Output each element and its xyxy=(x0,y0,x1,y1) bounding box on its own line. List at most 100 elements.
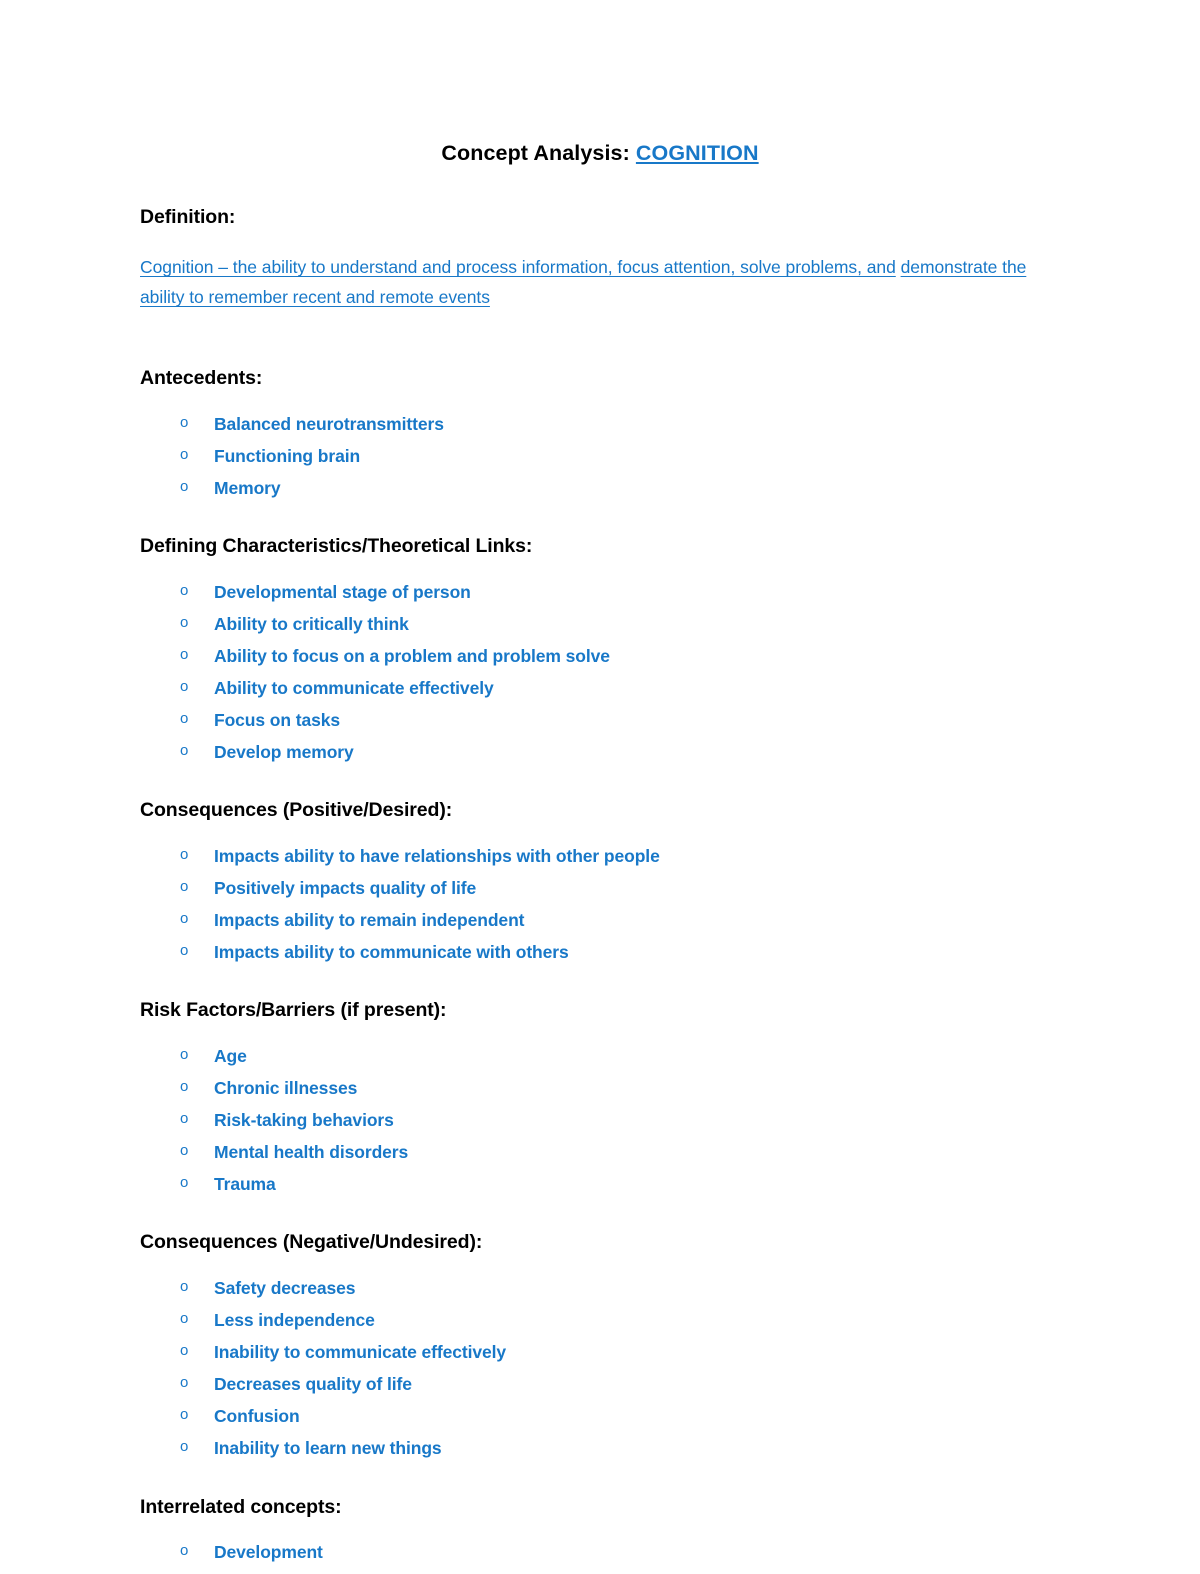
list-item-label: Functioning brain xyxy=(214,445,361,466)
document-content: Concept Analysis: COGNITION Definition: … xyxy=(0,0,1200,1574)
list-item-label: Ability to critically think xyxy=(214,613,409,634)
list-item: o Impacts ability to communicate with oth… xyxy=(140,942,1060,974)
bullet-marker-icon: o xyxy=(180,1341,189,1359)
bullet-marker-icon: o xyxy=(180,742,189,760)
section-heading: Risk Factors/Barriers (if present): xyxy=(140,999,447,1022)
list-item-label: Confusion xyxy=(214,1406,300,1427)
list-item-label: Mental health disorders xyxy=(214,1142,409,1163)
list-item-label: Developmental stage of person xyxy=(214,581,471,602)
list-item-label: Chronic illnesses xyxy=(214,1077,358,1098)
bullet-marker-icon: o xyxy=(180,1438,189,1456)
list-item-label: Less independence xyxy=(214,1309,375,1330)
list-item-label: Balanced neurotransmitters xyxy=(214,413,444,434)
bullet-marker-icon: o xyxy=(180,677,189,695)
bullet-marker-icon: o xyxy=(180,1142,189,1160)
bullet-marker-icon: o xyxy=(180,942,189,960)
list-item: o Mental health disorders xyxy=(140,1142,1060,1174)
list-item: o Memory xyxy=(140,478,1060,510)
bullet-marker-icon: o xyxy=(180,613,189,631)
section-heading: Antecedents: xyxy=(140,367,263,390)
list-item-label: Decreases quality of life xyxy=(214,1374,412,1395)
bullet-list: o Developmental stage of person o Ability t… xyxy=(140,582,1060,775)
bullet-list: o Development xyxy=(140,1542,1060,1574)
list-item: o Decreases quality of life xyxy=(140,1374,1060,1406)
list-item-label: Ability to communicate effectively xyxy=(214,677,494,698)
list-item: o Trauma xyxy=(140,1174,1060,1206)
section-heading: Consequences (Positive/Desired): xyxy=(140,799,453,822)
page-title-link[interactable]: COGNITION xyxy=(636,141,759,165)
list-item: o Inability to communicate effectively xyxy=(140,1342,1060,1374)
list-item: o Impacts ability to have relationships w… xyxy=(140,846,1060,878)
section: Consequences (Positive/Desired): o Impacts… xyxy=(140,798,1060,974)
list-item-label: Impacts ability to remain independent xyxy=(214,909,525,930)
list-item: o Inability to learn new things xyxy=(140,1438,1060,1470)
section-heading: Defining Characteristics/Theoretical Lin… xyxy=(140,535,533,558)
list-item: o Chronic illnesses xyxy=(140,1078,1060,1110)
bullet-marker-icon: o xyxy=(180,1277,189,1295)
list-item: o Ability to critically think xyxy=(140,614,1060,646)
bullet-marker-icon: o xyxy=(180,1374,189,1392)
list-item-label: Focus on tasks xyxy=(214,710,340,731)
section: Defining Characteristics/Theoretical Lin… xyxy=(140,534,1060,774)
list-item-label: Develop memory xyxy=(214,742,354,763)
bullet-marker-icon: o xyxy=(180,413,189,431)
bullet-list: o Balanced neurotransmitters o Functioning … xyxy=(140,414,1060,510)
bullet-marker-icon: o xyxy=(180,1174,189,1192)
bullet-marker-icon: o xyxy=(180,845,189,863)
list-item: o Developmental stage of person xyxy=(140,582,1060,614)
bullet-marker-icon: o xyxy=(180,1109,189,1127)
list-item-label: Impacts ability to have relationships wi… xyxy=(214,845,660,866)
list-item-label: Impacts ability to communicate with othe… xyxy=(214,942,569,963)
bullet-marker-icon: o xyxy=(180,445,189,463)
section: Antecedents: o Balanced neurotransmitters o… xyxy=(140,366,1060,510)
page-title: Concept Analysis: COGNITION xyxy=(140,140,1060,167)
bullet-marker-icon: o xyxy=(180,1541,189,1559)
bullet-list: o Age o Chronic illnesses o Risk-taking behav… xyxy=(140,1046,1060,1207)
list-item-label: Ability to focus on a problem and proble… xyxy=(214,645,610,666)
section-heading: Interrelated concepts: xyxy=(140,1495,342,1518)
list-item: o Less independence xyxy=(140,1310,1060,1342)
list-item-label: Inability to communicate effectively xyxy=(214,1341,507,1362)
list-item: o Functioning brain xyxy=(140,446,1060,478)
bullet-marker-icon: o xyxy=(180,710,189,728)
list-item: o Develop memory xyxy=(140,742,1060,774)
definition-line-1: Cognition – the ability to understand an… xyxy=(140,257,896,278)
list-item: o Ability to communicate effectively xyxy=(140,678,1060,710)
list-item-label: Safety decreases xyxy=(214,1277,356,1298)
list-item: o Age xyxy=(140,1046,1060,1078)
list-item-label: Trauma xyxy=(214,1174,276,1195)
heading-definition: Definition: xyxy=(140,205,236,228)
bullet-list: o Safety decreases o Less independence o Inab… xyxy=(140,1278,1060,1471)
list-item-label: Positively impacts quality of life xyxy=(214,877,477,898)
list-item-label: Development xyxy=(214,1541,323,1562)
list-item: o Confusion xyxy=(140,1406,1060,1438)
section: Consequences (Negative/Undesired): o Safet… xyxy=(140,1230,1060,1470)
section: Risk Factors/Barriers (if present): o Age o… xyxy=(140,998,1060,1206)
section-heading: Consequences (Negative/Undesired): xyxy=(140,1231,483,1254)
list-item-label: Risk-taking behaviors xyxy=(214,1109,394,1130)
bullet-marker-icon: o xyxy=(180,909,189,927)
list-item: o Safety decreases xyxy=(140,1278,1060,1310)
list-item: o Ability to focus on a problem and probl… xyxy=(140,646,1060,678)
bullet-marker-icon: o xyxy=(180,1077,189,1095)
page-title-prefix: Concept Analysis: xyxy=(441,141,636,165)
bullet-marker-icon: o xyxy=(180,645,189,663)
list-item: o Risk-taking behaviors xyxy=(140,1110,1060,1142)
list-item-label: Age xyxy=(214,1045,247,1066)
bullet-list: o Impacts ability to have relationships w… xyxy=(140,846,1060,975)
list-item: o Balanced neurotransmitters xyxy=(140,414,1060,446)
document-page: Concept Analysis: COGNITION Definition: … xyxy=(0,0,1200,1574)
list-item: o Impacts ability to remain independent xyxy=(140,910,1060,942)
bullet-marker-icon: o xyxy=(180,1309,189,1327)
list-item: o Positively impacts quality of life xyxy=(140,878,1060,910)
list-item: o Focus on tasks xyxy=(140,710,1060,742)
bullet-marker-icon: o xyxy=(180,1045,189,1063)
list-item: o Development xyxy=(140,1542,1060,1574)
sections-container: Antecedents: o Balanced neurotransmitters o… xyxy=(140,366,1060,1574)
bullet-marker-icon: o xyxy=(180,581,189,599)
bullet-marker-icon: o xyxy=(180,1406,189,1424)
bullet-marker-icon: o xyxy=(180,877,189,895)
bullet-marker-icon: o xyxy=(180,478,189,496)
list-item-label: Inability to learn new things xyxy=(214,1438,442,1459)
